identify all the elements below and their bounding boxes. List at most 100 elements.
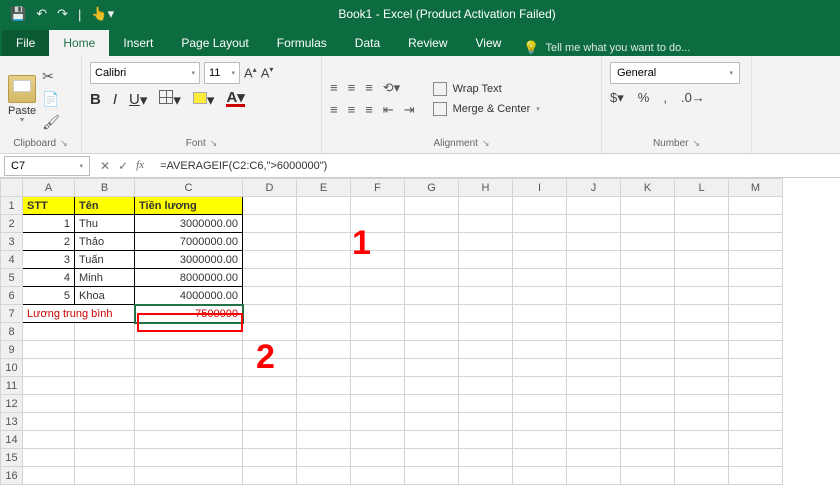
cell[interactable]	[405, 341, 459, 359]
cell[interactable]	[621, 395, 675, 413]
cell[interactable]	[621, 251, 675, 269]
cell[interactable]	[297, 269, 351, 287]
cell[interactable]	[513, 449, 567, 467]
cell[interactable]: Tiền lương	[135, 197, 243, 215]
cell[interactable]	[513, 305, 567, 323]
cell[interactable]	[135, 467, 243, 485]
cell[interactable]	[567, 251, 621, 269]
cell[interactable]	[621, 305, 675, 323]
cell[interactable]	[243, 215, 297, 233]
cell[interactable]	[459, 323, 513, 341]
cell[interactable]	[75, 449, 135, 467]
cell[interactable]: 2	[23, 233, 75, 251]
cell[interactable]	[75, 467, 135, 485]
cell[interactable]	[729, 197, 783, 215]
cell[interactable]	[405, 215, 459, 233]
cell[interactable]	[567, 305, 621, 323]
cell[interactable]	[729, 287, 783, 305]
cell[interactable]	[567, 233, 621, 251]
cell[interactable]	[351, 323, 405, 341]
cell[interactable]	[729, 269, 783, 287]
cell[interactable]	[729, 449, 783, 467]
dialog-launcher-icon[interactable]: ↘	[482, 138, 490, 149]
cell[interactable]	[243, 377, 297, 395]
cell[interactable]: 3	[23, 251, 75, 269]
row-header[interactable]: 4	[1, 251, 23, 269]
cell[interactable]	[75, 377, 135, 395]
row-header[interactable]: 13	[1, 413, 23, 431]
select-all-corner[interactable]	[1, 179, 23, 197]
cell[interactable]	[23, 359, 75, 377]
cell[interactable]	[729, 323, 783, 341]
cell[interactable]	[459, 287, 513, 305]
tab-review[interactable]: Review	[394, 30, 461, 56]
cell[interactable]	[351, 197, 405, 215]
fx-icon[interactable]: fx	[136, 159, 144, 173]
cell[interactable]	[135, 341, 243, 359]
grow-font-button[interactable]: A▴	[244, 65, 257, 80]
tab-home[interactable]: Home	[49, 30, 109, 56]
cell[interactable]	[567, 341, 621, 359]
cell[interactable]	[567, 431, 621, 449]
col-header[interactable]: I	[513, 179, 567, 197]
cell[interactable]	[297, 467, 351, 485]
cell[interactable]	[243, 197, 297, 215]
cell[interactable]: 5	[23, 287, 75, 305]
cut-icon[interactable]: ✂	[42, 68, 60, 85]
cell[interactable]	[405, 269, 459, 287]
cell[interactable]	[621, 341, 675, 359]
cell[interactable]	[297, 215, 351, 233]
cell[interactable]	[621, 431, 675, 449]
cell[interactable]	[459, 197, 513, 215]
cell[interactable]	[297, 377, 351, 395]
cell[interactable]	[135, 395, 243, 413]
cell[interactable]: 3000000.00	[135, 251, 243, 269]
cell[interactable]	[729, 377, 783, 395]
row-header[interactable]: 16	[1, 467, 23, 485]
font-name-select[interactable]: Calibri ▾	[90, 62, 200, 84]
row-header[interactable]: 6	[1, 287, 23, 305]
cell[interactable]	[243, 413, 297, 431]
cell[interactable]	[75, 413, 135, 431]
cell[interactable]: Tên	[75, 197, 135, 215]
row-header[interactable]: 12	[1, 395, 23, 413]
cell[interactable]	[459, 431, 513, 449]
cell[interactable]	[621, 197, 675, 215]
cell[interactable]	[459, 359, 513, 377]
cell[interactable]	[135, 449, 243, 467]
cell[interactable]	[351, 449, 405, 467]
cell[interactable]	[513, 233, 567, 251]
redo-icon[interactable]: ↷	[57, 6, 68, 22]
cancel-formula-icon[interactable]: ✕	[100, 159, 110, 173]
cell[interactable]	[513, 269, 567, 287]
cell[interactable]	[621, 323, 675, 341]
cell[interactable]	[405, 395, 459, 413]
cell[interactable]	[567, 287, 621, 305]
cell[interactable]	[513, 323, 567, 341]
row-header[interactable]: 15	[1, 449, 23, 467]
cell[interactable]	[513, 197, 567, 215]
row-header[interactable]: 11	[1, 377, 23, 395]
row-header[interactable]: 3	[1, 233, 23, 251]
cell[interactable]	[351, 215, 405, 233]
underline-button[interactable]: U▾	[129, 91, 147, 109]
col-header[interactable]: H	[459, 179, 513, 197]
cell[interactable]	[297, 359, 351, 377]
col-header[interactable]: G	[405, 179, 459, 197]
indent-decrease-icon[interactable]: ⇤	[383, 102, 394, 118]
spreadsheet-grid[interactable]: A B C D E F G H I J K L M 1 STT Tên Tiền…	[0, 178, 840, 498]
cell[interactable]	[729, 215, 783, 233]
cell[interactable]: Lương trung bình	[23, 305, 135, 323]
cell[interactable]	[459, 251, 513, 269]
cell[interactable]	[405, 413, 459, 431]
cell[interactable]	[567, 197, 621, 215]
align-bottom-icon[interactable]: ≡	[365, 80, 373, 96]
cell[interactable]	[297, 431, 351, 449]
orientation-icon[interactable]: ⟲▾	[383, 80, 400, 96]
cell[interactable]	[297, 305, 351, 323]
cell[interactable]	[243, 449, 297, 467]
cell[interactable]	[459, 395, 513, 413]
cell[interactable]: Minh	[75, 269, 135, 287]
cell[interactable]	[675, 305, 729, 323]
format-painter-icon[interactable]: 🖌	[42, 114, 60, 131]
